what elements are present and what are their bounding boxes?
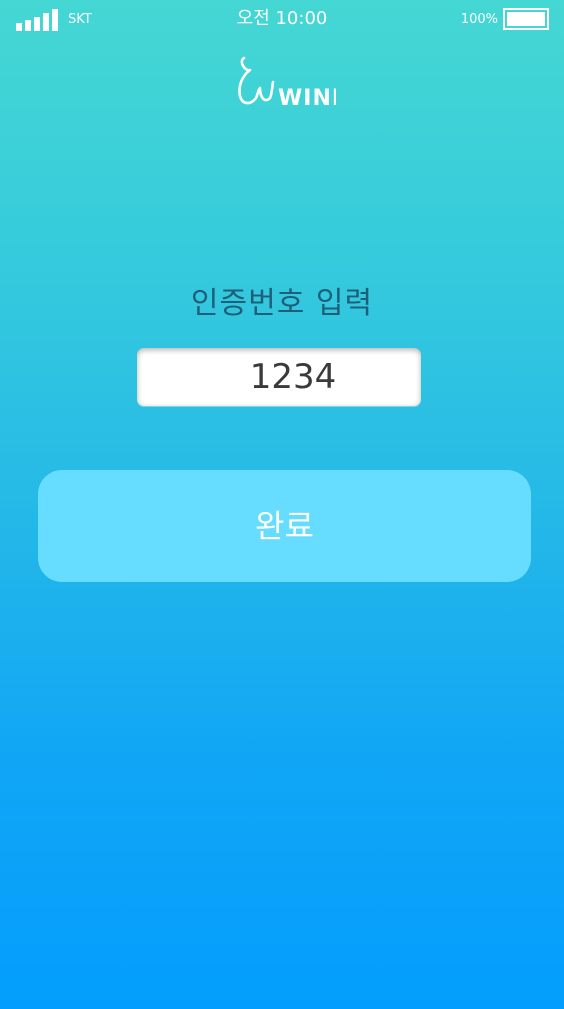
- wind-logo: WIND: [238, 56, 336, 110]
- battery-icon: [503, 8, 549, 30]
- battery-percent: 100%: [460, 12, 498, 27]
- page-title: 인증번호 입력: [190, 286, 374, 321]
- done-button[interactable]: 완료: [38, 470, 531, 582]
- verification-code-field[interactable]: 1234: [137, 348, 421, 406]
- status-bar: SKT 오전 10:00 100%: [0, 0, 564, 40]
- logo-text: WIND: [278, 86, 336, 110]
